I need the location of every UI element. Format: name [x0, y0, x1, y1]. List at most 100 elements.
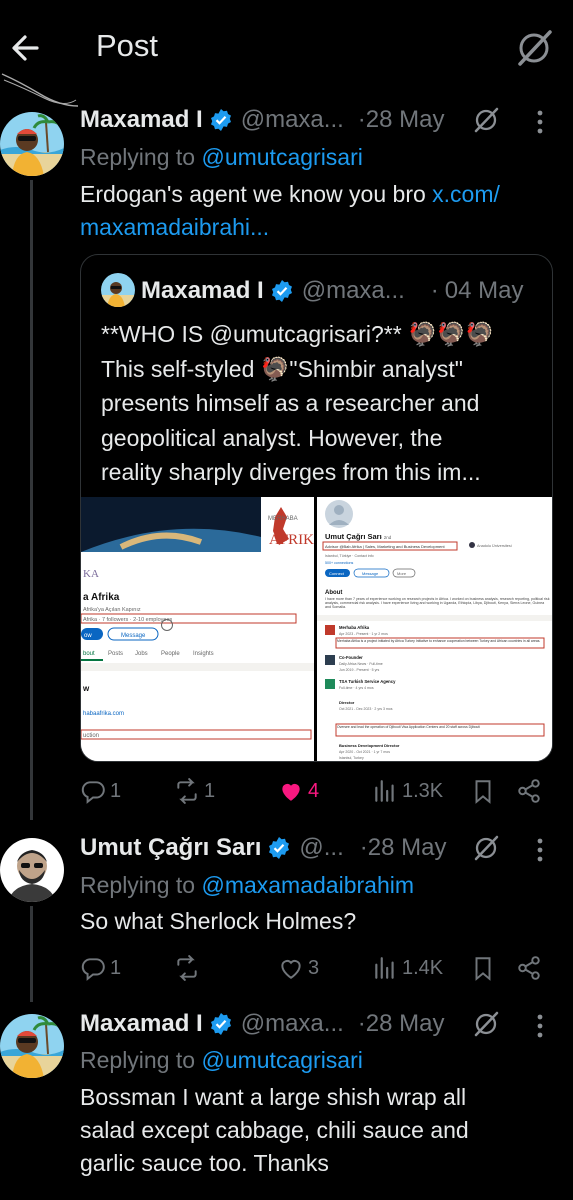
- repost-count: 1: [204, 779, 216, 802]
- company-website: habaafrika.com: [83, 711, 124, 717]
- replying-to: Replying to @umutcagrisari: [80, 1047, 363, 1074]
- repost-button[interactable]: [174, 950, 204, 986]
- brand-main: AFRIK: [269, 532, 314, 548]
- quote-line: geopolitical analyst. However, the: [101, 424, 443, 451]
- tweet-line: garlic sauce too. Thanks: [80, 1150, 329, 1176]
- separator-dot: ·: [359, 834, 368, 861]
- exp-sub: Apr 2020 - Oct 2021 · 1 yr 7 mos: [339, 750, 390, 754]
- separator-dot: ·: [357, 1010, 366, 1037]
- exp-title: Director: [339, 700, 355, 705]
- reply-handle-link[interactable]: @umutcagrisari: [201, 144, 362, 170]
- grok-icon[interactable]: [472, 834, 500, 862]
- views-button[interactable]: 1.3K: [372, 773, 443, 809]
- company-name: a Afrika: [83, 592, 120, 603]
- reply-icon: [81, 958, 105, 981]
- bookmark-button[interactable]: [470, 950, 500, 986]
- exp-desc: Jun 2019 - Present · 5 yrs: [339, 668, 380, 672]
- thread-connector: [30, 906, 33, 1002]
- tweet-line: Bossman I want a large shish wrap all: [80, 1084, 467, 1110]
- tab-insights: Insights: [193, 651, 214, 657]
- bookmark-icon: [475, 957, 491, 981]
- avatar[interactable]: [101, 273, 135, 307]
- reply-handle-link[interactable]: @maxamadaibrahim: [201, 872, 414, 898]
- grok-icon[interactable]: [472, 1010, 500, 1038]
- tweet-body: Erdogan's agent we know you bro: [80, 181, 426, 207]
- more-icon[interactable]: [535, 108, 545, 136]
- quote-line: presents himself as a researcher and: [101, 390, 480, 416]
- exp-title: Merhaba Afrika: [339, 625, 370, 630]
- author-handle[interactable]: @...: [299, 834, 343, 862]
- separator-dot: ·: [430, 277, 439, 304]
- bookmark-button[interactable]: [470, 773, 500, 809]
- like-count: 3: [308, 956, 320, 979]
- reply-button[interactable]: 1: [80, 773, 121, 809]
- reply-handle-link[interactable]: @umutcagrisari: [201, 1047, 362, 1073]
- quoted-tweet-date: 04 May: [444, 277, 524, 304]
- exp-desc: Istanbul, Turkey: [339, 756, 364, 760]
- page-title: Post: [96, 28, 159, 63]
- overview-heading: w: [82, 684, 90, 693]
- reply-button[interactable]: 1: [80, 950, 121, 986]
- message-button: Message: [121, 633, 146, 639]
- tweet-date[interactable]: 28 May: [368, 834, 447, 862]
- like-button[interactable]: 4: [278, 773, 319, 809]
- verified-badge-icon: [209, 108, 233, 132]
- tweet-header: Maxamad I @maxa... · 28 May: [80, 1006, 444, 1042]
- share-button[interactable]: [516, 773, 546, 809]
- avatar[interactable]: [0, 112, 64, 176]
- tweet-text: So what Sherlock Holmes?: [80, 908, 357, 934]
- tweet-link[interactable]: x.com/: [432, 181, 500, 207]
- exp-sub: Full-time · 4 yrs 4 mos: [339, 686, 374, 690]
- author-name[interactable]: Maxamad I: [80, 106, 203, 134]
- profile-school: Anadolu Üniversitesi: [477, 544, 512, 548]
- quoted-tweet-text: **WHO IS @umutcagrisari?** 🦃🦃🦃 This self…: [101, 317, 541, 490]
- views-button[interactable]: 1.4K: [372, 950, 443, 986]
- repost-icon: [177, 955, 197, 981]
- tweet-link-cont[interactable]: maxamadaibrahi...: [80, 214, 269, 240]
- separator-dot: ·: [357, 106, 366, 133]
- quoted-author-handle: @maxa...: [301, 277, 405, 304]
- replying-to: Replying to @umutcagrisari: [80, 144, 363, 171]
- attached-image-profile[interactable]: Umut Çağrı Sarı · 2nd Advisor @Bab Afrik…: [317, 497, 552, 761]
- tweet-actions: 1 1 4 1.3K: [80, 773, 550, 809]
- tweet-text: Erdogan's agent we know you bro x.com/ m…: [80, 178, 550, 244]
- tweet-date[interactable]: 28 May: [366, 1010, 445, 1038]
- like-icon: [282, 783, 300, 801]
- avatar[interactable]: [0, 838, 64, 902]
- author-handle[interactable]: @maxa...: [241, 1010, 344, 1038]
- more-icon[interactable]: [535, 836, 545, 864]
- company-followers: Afrika · 7 followers · 2-10 employees: [83, 617, 173, 623]
- grok-icon[interactable]: [514, 28, 554, 68]
- avatar[interactable]: [0, 1014, 64, 1078]
- repost-icon: [177, 778, 197, 804]
- reply-prefix: Replying to: [80, 144, 196, 170]
- author-name[interactable]: Umut Çağrı Sarı: [80, 834, 261, 862]
- share-icon: [518, 779, 540, 803]
- like-icon: [281, 960, 301, 979]
- grok-icon[interactable]: [472, 106, 500, 134]
- author-name[interactable]: Maxamad I: [80, 1010, 203, 1038]
- tab-posts: Posts: [108, 651, 123, 657]
- quoted-author-name: Maxamad I: [141, 277, 264, 304]
- quoted-tweet-header: Maxamad I @maxa... · 04 May: [141, 273, 523, 309]
- quoted-tweet-card[interactable]: Maxamad I @maxa... · 04 May **WHO IS @um…: [80, 254, 553, 762]
- share-button[interactable]: [516, 950, 546, 986]
- tweet-date[interactable]: 28 May: [366, 106, 445, 134]
- message-button: Message: [362, 571, 379, 576]
- thread-connector: [30, 180, 33, 820]
- connect-button: Connect: [329, 571, 345, 576]
- views-icon: [375, 957, 394, 979]
- verified-badge-icon: [270, 279, 294, 303]
- quote-line: reality sharply diverges from this im...: [101, 459, 481, 485]
- author-handle[interactable]: @maxa...: [241, 106, 344, 134]
- repost-button[interactable]: 1: [174, 773, 215, 809]
- exp-desc: Oversee and lead the operation of Djibou…: [337, 725, 480, 729]
- profile-degree: · 2nd: [381, 535, 392, 540]
- pen-scribble: [1, 73, 79, 107]
- tweet-actions: 1 3 1.4K: [80, 950, 550, 986]
- more-icon[interactable]: [535, 1012, 545, 1040]
- quote-line: This self-styled 🦃"Shimbir analyst": [101, 355, 463, 382]
- quote-line: **WHO IS @umutcagrisari?** 🦃🦃🦃: [101, 321, 495, 347]
- attached-image-company-page[interactable]: MERHABA AFRIK KA a Afrika Afrika'ya Açıl…: [81, 497, 314, 761]
- like-button[interactable]: 3: [278, 950, 319, 986]
